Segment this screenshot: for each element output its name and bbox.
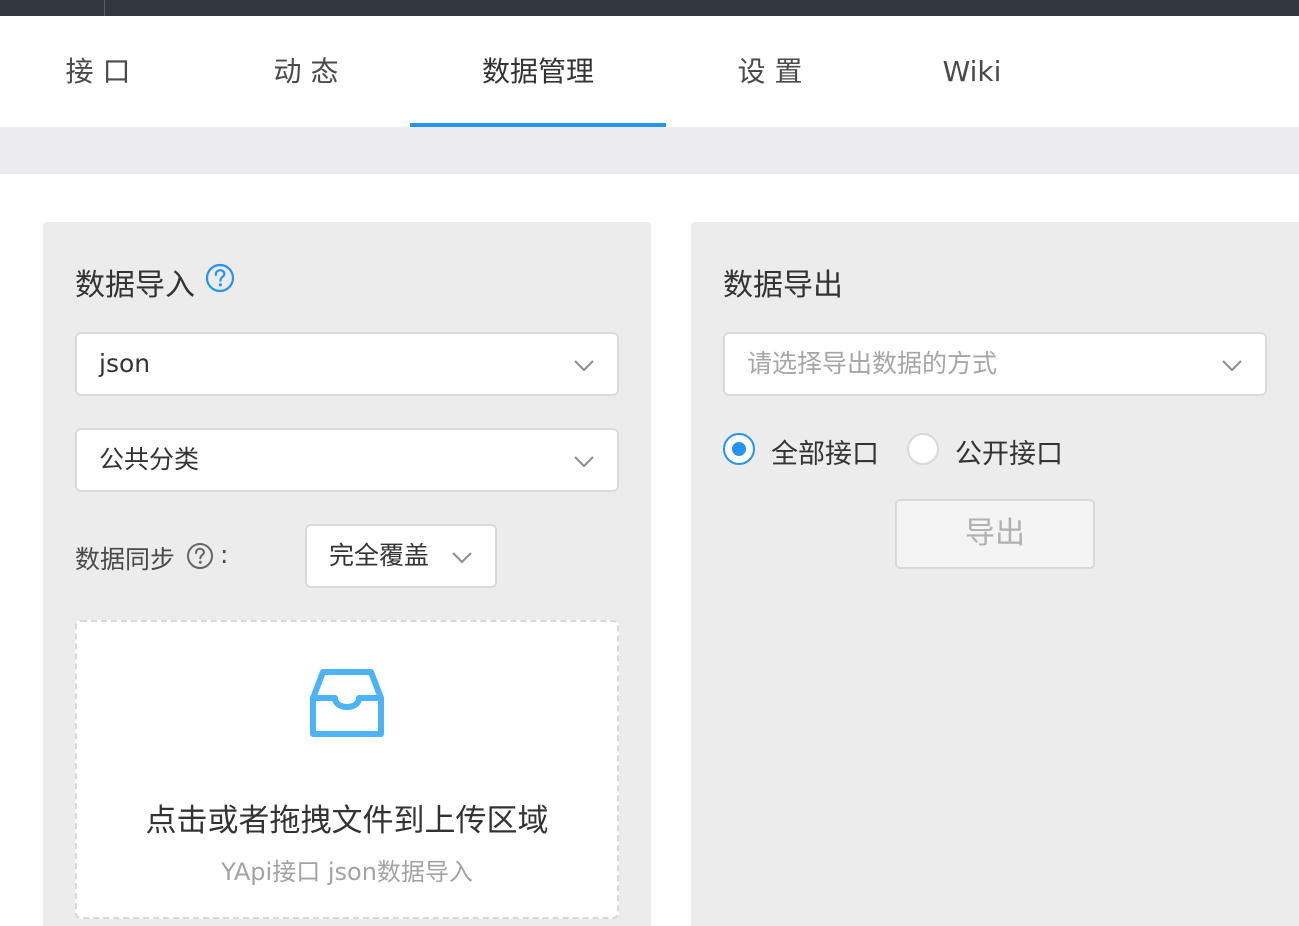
- sync-colon: :: [220, 540, 229, 569]
- tab-data-management[interactable]: 数据管理: [410, 16, 666, 127]
- dropzone-title: 点击或者拖拽文件到上传区域: [145, 803, 549, 839]
- import-title: 数据导入: [75, 268, 195, 303]
- radio-all-interfaces[interactable]: [723, 433, 755, 465]
- import-category-value: 公共分类: [99, 445, 200, 474]
- import-format-select[interactable]: json: [75, 332, 619, 396]
- import-category-select[interactable]: 公共分类: [75, 428, 619, 492]
- export-panel: [691, 222, 1299, 926]
- chevron-down-icon: [573, 450, 595, 476]
- tab-interface[interactable]: 接 口: [42, 16, 154, 127]
- radio-public-interfaces-label[interactable]: 公开接口: [955, 432, 1063, 471]
- radio-all-interfaces-label[interactable]: 全部接口: [771, 432, 879, 471]
- chevron-down-icon: [573, 354, 595, 380]
- header-divider: [104, 0, 105, 16]
- export-title: 数据导出: [723, 268, 843, 303]
- tab-settings[interactable]: 设 置: [712, 16, 828, 127]
- question-circle-icon[interactable]: [205, 263, 235, 297]
- tab-activity[interactable]: 动 态: [250, 16, 362, 127]
- chevron-down-icon: [1221, 354, 1243, 380]
- chevron-down-icon: [451, 546, 473, 572]
- inbox-icon: [309, 664, 385, 744]
- export-method-placeholder: 请选择导出数据的方式: [747, 349, 998, 378]
- top-header-bar: [0, 0, 1299, 16]
- export-method-select[interactable]: 请选择导出数据的方式: [723, 332, 1267, 396]
- sync-mode-value: 完全覆盖: [329, 541, 430, 570]
- import-format-value: json: [99, 349, 151, 378]
- content-header-band: [0, 127, 1299, 174]
- sync-label: 数据同步: [75, 545, 176, 574]
- radio-public-interfaces[interactable]: [907, 433, 939, 465]
- sync-mode-select[interactable]: 完全覆盖: [305, 524, 497, 588]
- export-button[interactable]: 导出: [895, 499, 1095, 569]
- dropzone-hint: YApi接口 json数据导入: [221, 858, 473, 886]
- question-circle-icon[interactable]: [186, 542, 214, 574]
- project-tabs: 接 口 动 态 数据管理 设 置 Wiki: [0, 16, 1299, 127]
- tab-wiki[interactable]: Wiki: [922, 16, 1022, 127]
